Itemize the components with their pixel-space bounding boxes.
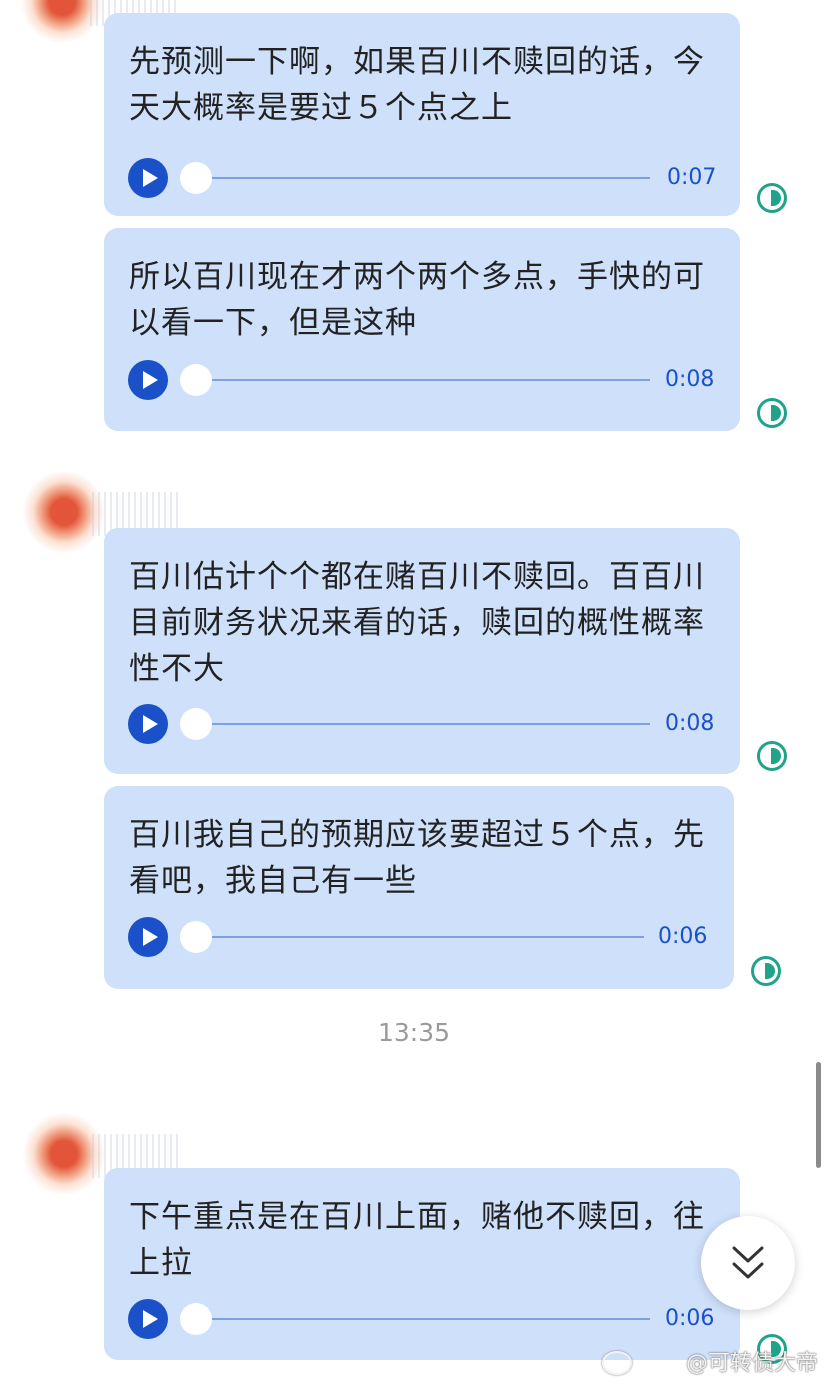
- audio-progress-track[interactable]: [194, 1318, 650, 1320]
- play-icon[interactable]: [128, 158, 168, 198]
- transcript-text: 先预测一下啊，如果百川不赎回的话，今天大概率是要过５个点之上: [129, 44, 705, 126]
- audio-progress-track[interactable]: [194, 936, 644, 938]
- voice-message-bubble[interactable]: 百川估计个个都在赌百川不赎回。百百川目前财务状况来看的话，赎回的概性概率性不大 …: [104, 528, 740, 774]
- transcript-text: 下午重点是在百川上面，赌他不赎回，往上拉: [129, 1199, 705, 1281]
- play-icon[interactable]: [128, 1299, 168, 1339]
- sender-avatar[interactable]: [22, 1112, 182, 1196]
- transcript-text: 百川我自己的预期应该要超过５个点，先看吧，我自己有一些: [129, 817, 705, 899]
- voice-message-bubble[interactable]: 所以百川现在才两个两个多点，手快的可以看一下，但是这种 0:08: [104, 228, 740, 431]
- transcript-text: 百川估计个个都在赌百川不赎回。百百川目前财务状况来看的话，赎回的概性概率性不大: [129, 559, 705, 687]
- transcript-text: 所以百川现在才两个两个多点，手快的可以看一下，但是这种: [129, 259, 705, 341]
- audio-duration: 0:06: [658, 924, 708, 949]
- audio-duration: 0:08: [665, 367, 715, 392]
- audio-duration: 0:06: [665, 1306, 715, 1331]
- double-chevron-down-icon: [732, 1246, 764, 1279]
- audio-progress-track[interactable]: [194, 379, 650, 381]
- voice-message-bubble[interactable]: 下午重点是在百川上面，赌他不赎回，往上拉 0:06: [104, 1168, 740, 1360]
- audio-scrubber-knob[interactable]: [180, 162, 212, 194]
- audio-duration: 0:08: [665, 711, 715, 736]
- voice-message-bubble[interactable]: 百川我自己的预期应该要超过５个点，先看吧，我自己有一些 0:06: [104, 786, 734, 989]
- half-circle-icon: [757, 183, 787, 213]
- play-icon[interactable]: [128, 360, 168, 400]
- sender-avatar[interactable]: [22, 470, 182, 554]
- voice-message-bubble[interactable]: 先预测一下啊，如果百川不赎回的话，今天大概率是要过５个点之上 0:07: [104, 13, 740, 216]
- scrollbar[interactable]: [816, 1062, 821, 1168]
- play-icon[interactable]: [128, 704, 168, 744]
- play-icon[interactable]: [128, 917, 168, 957]
- watermark: @可转债大帝: [685, 1351, 818, 1376]
- half-circle-icon: [751, 956, 781, 986]
- sender-avatar[interactable]: [20, 0, 180, 44]
- half-circle-icon: [757, 398, 787, 428]
- audio-progress-track[interactable]: [194, 177, 650, 179]
- chat-timestamp: 13:35: [377, 1018, 451, 1047]
- half-circle-icon: [757, 741, 787, 771]
- weibo-icon: [602, 1351, 632, 1375]
- audio-duration: 0:07: [667, 165, 717, 190]
- audio-scrubber-knob[interactable]: [180, 364, 212, 396]
- scroll-to-bottom-button[interactable]: [701, 1216, 795, 1310]
- audio-scrubber-knob[interactable]: [180, 921, 212, 953]
- audio-scrubber-knob[interactable]: [180, 1303, 212, 1335]
- audio-scrubber-knob[interactable]: [180, 708, 212, 740]
- audio-progress-track[interactable]: [194, 723, 650, 725]
